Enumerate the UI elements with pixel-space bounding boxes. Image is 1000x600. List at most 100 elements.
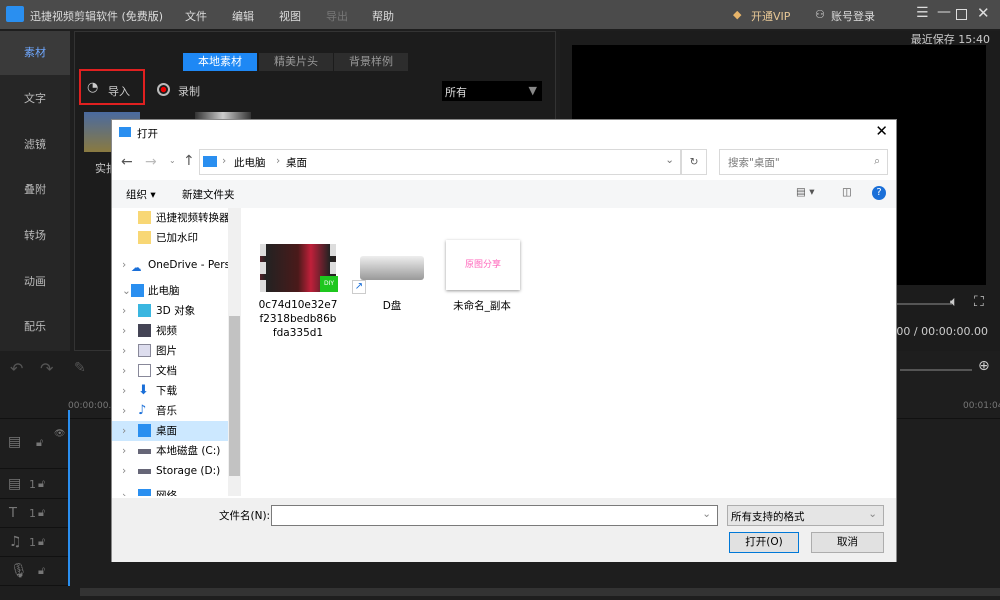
menu-icon[interactable]: ☰ — [916, 5, 929, 21]
login-button[interactable]: 账号登录 — [831, 8, 875, 24]
filetype-select[interactable]: 所有支持的格式 ⌄ — [727, 505, 884, 526]
dialog-close-icon[interactable]: ✕ — [875, 122, 888, 140]
open-button[interactable]: 打开(O) — [729, 532, 799, 553]
nav-item[interactable]: › 网络 — [112, 486, 228, 496]
filter-select[interactable]: 所有 ▼ — [442, 81, 542, 101]
minimize-icon[interactable]: — — [937, 4, 951, 20]
nav-item[interactable]: › 本地磁盘 (C:) — [112, 441, 228, 461]
file-name: 未命名_副本 — [453, 300, 511, 312]
menu-edit[interactable]: 编辑 — [232, 8, 254, 24]
filename-input[interactable]: ⌄ — [271, 505, 718, 526]
tab-local-material[interactable]: 本地素材 — [183, 53, 257, 71]
nav-item-onedrive[interactable]: ›☁OneDrive - Personal — [112, 255, 228, 275]
lock-icon[interactable]: 🔓︎ — [38, 564, 45, 578]
timeline-scrollbar[interactable] — [80, 588, 1000, 596]
nav-item[interactable]: › Storage (D:) — [112, 461, 228, 481]
nav-item[interactable]: › 文档 — [112, 361, 228, 381]
up-icon[interactable]: ↑ — [183, 153, 195, 169]
chevron-down-icon[interactable]: ⌄ — [665, 154, 674, 166]
file-item-video[interactable]: DIY 0c74d10e32e7f2318bedb86bfda335d1 — [258, 240, 338, 348]
nav-label: 3D 对象 — [156, 305, 196, 317]
edit-icon[interactable]: ✎ — [74, 360, 86, 376]
track-video-main: ▤ 🔓︎ 👁︎ — [0, 419, 68, 469]
volume-slider[interactable] — [890, 303, 952, 305]
download-icon: ⬇ — [138, 383, 149, 398]
nav-item[interactable]: › ♪ 音乐 — [112, 401, 228, 421]
nav-label: 网络 — [156, 490, 177, 496]
lock-icon[interactable]: 🔓︎ — [36, 436, 43, 450]
nav-label: 图片 — [156, 345, 177, 357]
back-icon[interactable]: ← — [121, 154, 133, 170]
import-icon: ◔ — [87, 80, 99, 95]
file-name: 0c74d10e32e7f2318bedb86bfda335d1 — [258, 299, 338, 339]
preview-pane-icon[interactable]: ◫ — [842, 186, 852, 198]
help-icon[interactable]: ? — [872, 186, 886, 200]
track-count: 1 — [29, 536, 36, 549]
app-titlebar: 迅捷视频剪辑软件 (免费版) 文件 编辑 视图 导出 帮助 ◆ 开通VIP ⚇ … — [0, 0, 1000, 29]
menu-export[interactable]: 导出 — [326, 8, 348, 24]
file-item-image[interactable]: 原图分享 未命名_副本 — [442, 240, 522, 320]
forward-icon[interactable]: → — [145, 154, 157, 170]
nav-label: 此电脑 — [148, 285, 180, 297]
nav-scrollbar[interactable] — [228, 208, 241, 496]
volume-icon[interactable]: 🔈︎ — [950, 294, 958, 310]
redo-icon[interactable]: ↷ — [40, 359, 53, 378]
cancel-button[interactable]: 取消 — [811, 532, 884, 553]
nav-item[interactable]: 已加水印 — [112, 228, 228, 248]
lock-icon[interactable]: 🔓︎ — [38, 535, 45, 549]
fullscreen-icon[interactable]: ⛶ — [974, 294, 984, 310]
breadcrumb-desktop[interactable]: 桌面 — [286, 155, 307, 170]
nav-label: 文档 — [156, 365, 177, 377]
search-input[interactable]: 搜索"桌面" ⌕ — [719, 149, 888, 175]
image-thumbnail: 原图分享 — [446, 240, 520, 290]
nav-item[interactable]: › ⬇ 下载 — [112, 381, 228, 401]
desktop-icon — [138, 424, 151, 437]
zoom-slider[interactable] — [900, 369, 972, 371]
nav-item[interactable]: 迅捷视频转换器 — [112, 208, 228, 228]
zoom-in-icon[interactable]: ⊕ — [978, 358, 990, 374]
tab-intros[interactable]: 精美片头 — [259, 53, 333, 71]
undo-icon[interactable]: ↶ — [10, 359, 23, 378]
breadcrumb-this-pc[interactable]: 此电脑 — [234, 155, 266, 170]
menu-help[interactable]: 帮助 — [372, 8, 394, 24]
sidebar-item-transition[interactable]: 转场 — [0, 214, 70, 258]
sidebar-item-animation[interactable]: 动画 — [0, 260, 70, 304]
view-options-icon[interactable]: ▤ ▾ — [796, 186, 815, 198]
sidebar-item-music[interactable]: 配乐 — [0, 305, 70, 349]
track-video: ▤ 1 🔓︎ — [0, 470, 68, 499]
lock-icon[interactable]: 🔓︎ — [38, 506, 45, 520]
nav-item[interactable]: › 视频 — [112, 321, 228, 341]
record-button[interactable]: 录制 — [178, 83, 200, 99]
sidebar-item-filter[interactable]: 滤镜 — [0, 123, 70, 167]
close-icon[interactable]: ✕ — [977, 4, 990, 22]
filetype-value: 所有支持的格式 — [731, 511, 805, 523]
address-bar[interactable]: › 此电脑 › 桌面 ⌄ — [199, 149, 681, 175]
chevron-down-icon: ⌄ — [868, 508, 877, 520]
vip-button[interactable]: 开通VIP — [751, 8, 790, 24]
video-icon — [138, 324, 151, 337]
sidebar-item-overlay[interactable]: 叠附 — [0, 168, 70, 212]
sidebar-item-material[interactable]: 素材 — [0, 31, 70, 75]
file-item-d-drive[interactable]: ↗ D盘 — [352, 240, 432, 320]
drive-icon — [138, 449, 151, 454]
nav-item-desktop[interactable]: › 桌面 — [112, 421, 228, 441]
nav-item[interactable]: › 图片 — [112, 341, 228, 361]
iqiyi-badge-icon: DIY — [320, 276, 338, 292]
organize-button[interactable]: 组织 ▾ — [126, 187, 156, 202]
eye-icon[interactable]: 👁︎ — [54, 429, 65, 439]
lock-icon[interactable]: 🔓︎ — [38, 477, 45, 491]
sidebar-item-text[interactable]: 文字 — [0, 77, 70, 121]
folder-icon — [138, 211, 151, 224]
computer-icon — [203, 156, 217, 167]
tab-backgrounds[interactable]: 背景样例 — [334, 53, 408, 71]
menu-view[interactable]: 视图 — [279, 8, 301, 24]
playhead[interactable] — [68, 410, 70, 586]
nav-item-this-pc[interactable]: ⌄ 此电脑 — [112, 281, 228, 301]
nav-item[interactable]: › 3D 对象 — [112, 301, 228, 321]
recent-chevron-icon[interactable]: ⌄ — [169, 156, 176, 165]
refresh-icon[interactable]: ↻ — [681, 149, 707, 175]
menu-file[interactable]: 文件 — [185, 8, 207, 24]
maximize-icon[interactable] — [956, 9, 967, 20]
new-folder-button[interactable]: 新建文件夹 — [182, 187, 235, 202]
import-button[interactable]: 导入 — [108, 83, 130, 99]
